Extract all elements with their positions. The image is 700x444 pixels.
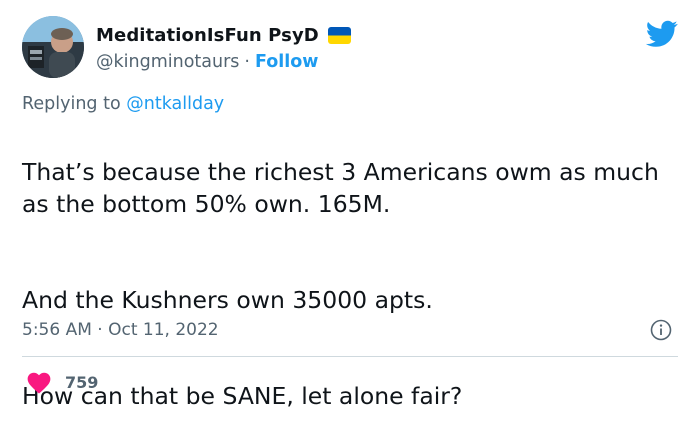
tweet-body: That’s because the richest 3 Americans o… bbox=[22, 124, 682, 444]
reply-mention-link[interactable]: @ntkallday bbox=[126, 94, 224, 114]
heart-icon[interactable] bbox=[26, 370, 52, 394]
avatar[interactable] bbox=[22, 16, 84, 78]
like-action[interactable]: 759 bbox=[26, 370, 98, 394]
author-display-name[interactable]: MeditationIsFun PsyD bbox=[96, 25, 319, 46]
separator-dot: · bbox=[244, 52, 250, 72]
divider bbox=[22, 356, 678, 357]
twitter-bird-icon[interactable] bbox=[645, 20, 678, 48]
tweet-card: MeditationIsFun PsyD @kingminotaurs · Fo… bbox=[0, 0, 700, 410]
author-handle[interactable]: @kingminotaurs bbox=[96, 52, 239, 72]
author-name-row: MeditationIsFun PsyD bbox=[96, 22, 351, 48]
replying-prefix: Replying to bbox=[22, 94, 121, 114]
author-handle-row: @kingminotaurs · Follow bbox=[96, 50, 318, 74]
follow-button[interactable]: Follow bbox=[255, 52, 318, 72]
tweet-paragraph-3: How can that be SANE, let alone fair? bbox=[22, 382, 463, 410]
like-count: 759 bbox=[65, 372, 99, 392]
tweet-timestamp[interactable]: 5:56 AM · Oct 11, 2022 bbox=[22, 320, 219, 340]
ukraine-flag-icon bbox=[327, 26, 351, 44]
avatar-image bbox=[22, 16, 84, 78]
info-icon[interactable] bbox=[650, 319, 672, 341]
tweet-paragraph-2: And the Kushners own 35000 apts. bbox=[22, 286, 433, 314]
tweet-paragraph-1: That’s because the richest 3 Americans o… bbox=[22, 158, 659, 218]
replying-to-line: Replying to @ntkallday bbox=[22, 94, 224, 114]
